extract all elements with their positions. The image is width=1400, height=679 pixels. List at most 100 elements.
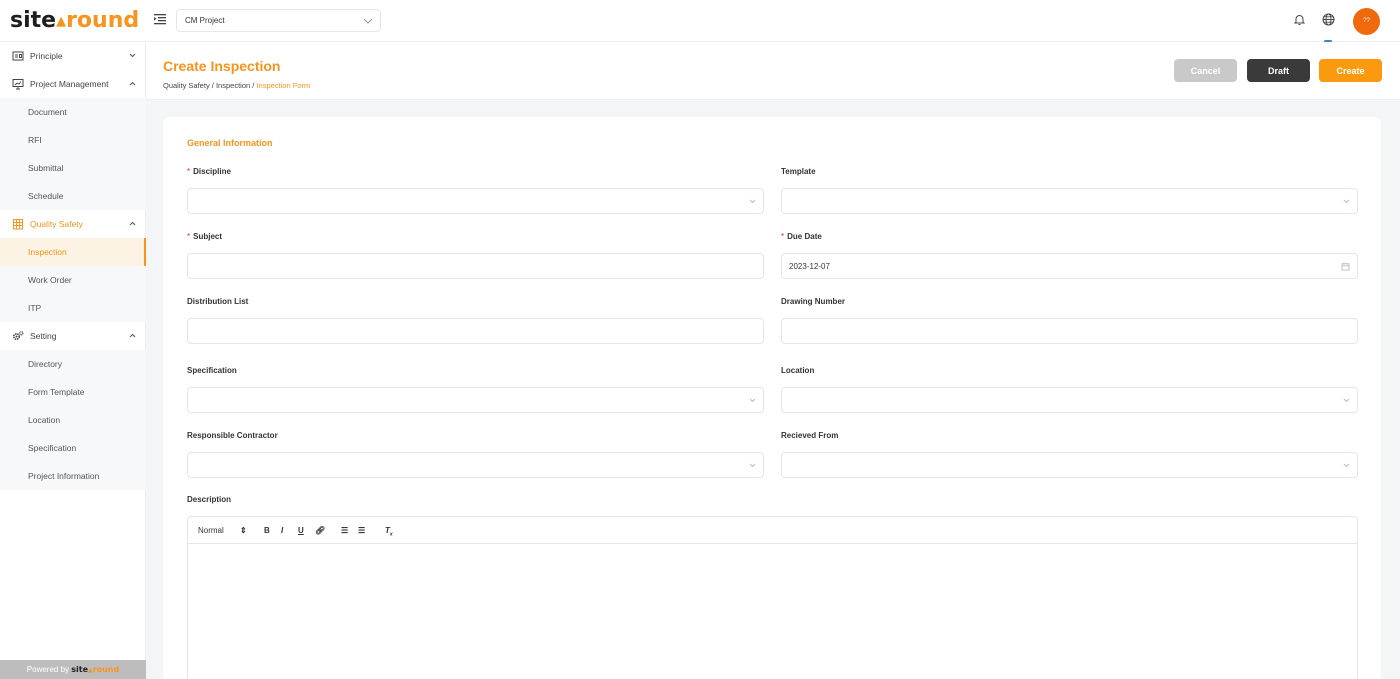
due-date-label-text: Due Date <box>787 232 822 241</box>
template-label: Template <box>781 167 816 176</box>
sidebar-label: ITP <box>28 303 42 313</box>
distribution-list-label: Distribution List <box>187 297 249 306</box>
subject-input[interactable] <box>187 253 764 279</box>
calendar-icon <box>1341 262 1350 271</box>
chevron-up-icon <box>129 81 136 86</box>
powered-by-text: Powered by <box>26 665 70 674</box>
chevron-down-icon <box>363 18 373 24</box>
sidebar-label-project-management: Project Management <box>30 79 109 89</box>
sidebar-item-submittal[interactable]: Submittal <box>0 154 146 182</box>
link-icon[interactable]: 🔗︎ <box>315 526 325 535</box>
discipline-select[interactable] <box>187 188 764 214</box>
sidebar-item-quality-safety[interactable]: Quality Safety <box>0 210 146 238</box>
sidebar-label: Submittal <box>28 163 64 173</box>
sidebar-item-setting[interactable]: Setting <box>0 322 146 350</box>
logo-text-round: round <box>66 8 140 33</box>
sidebar: Principle Project Management Document RF… <box>0 42 146 679</box>
breadcrumb: Quality Safety / Inspection / Inspection… <box>163 81 311 90</box>
sidebar-item-directory[interactable]: Directory <box>0 350 146 378</box>
sidebar-label-principle: Principle <box>30 51 63 61</box>
sidebar-label: Schedule <box>28 191 64 201</box>
bell-icon[interactable] <box>1293 13 1306 26</box>
drawing-number-input[interactable] <box>781 318 1358 344</box>
breadcrumb-inspection-form: Inspection Form <box>256 81 311 90</box>
bullet-list-icon[interactable]: ☰ <box>358 526 365 535</box>
description-editor[interactable]: Normal ⇕ B I U 🔗︎ ☰ ☰ Tx <box>187 516 1358 679</box>
user-avatar[interactable]: ?? <box>1353 8 1380 35</box>
sidebar-label: Document <box>28 107 67 117</box>
sidebar-label: RFI <box>28 135 42 145</box>
sidebar-label: Work Order <box>28 275 72 285</box>
sidebar-item-form-template[interactable]: Form Template <box>0 378 146 406</box>
sitearound-logo[interactable]: site▲round <box>10 7 139 36</box>
logo-caret-icon: ▲ <box>56 14 67 29</box>
sidebar-item-itp[interactable]: ITP <box>0 294 146 322</box>
chevron-down-icon <box>749 463 756 468</box>
sidebar-item-location[interactable]: Location <box>0 406 146 434</box>
specification-label: Specification <box>187 366 237 375</box>
create-button[interactable]: Create <box>1319 59 1382 82</box>
sidebar-item-schedule[interactable]: Schedule <box>0 182 146 210</box>
sidebar-label: Location <box>28 415 61 425</box>
drawing-number-label: Drawing Number <box>781 297 846 306</box>
responsible-contractor-label: Responsible Contractor <box>187 431 278 440</box>
required-marker: * <box>187 232 191 241</box>
required-marker: * <box>187 167 191 176</box>
top-bar: site▲round CM Project ?? <box>0 0 1400 43</box>
powered-by-footer: Powered by site▲round <box>0 660 146 679</box>
chevron-up-icon <box>129 333 136 338</box>
sidebar-item-principle[interactable]: Principle <box>0 42 146 70</box>
sidebar-item-document[interactable]: Document <box>0 98 146 126</box>
sidebar-label: Form Template <box>28 387 85 397</box>
id-card-icon <box>12 51 24 61</box>
sidebar-item-work-order[interactable]: Work Order <box>0 266 146 294</box>
menu-toggle-icon[interactable] <box>154 13 166 25</box>
italic-icon[interactable]: I <box>281 526 283 535</box>
description-label: Description <box>187 495 232 504</box>
powered-by-logo: site▲round <box>71 665 119 674</box>
presentation-icon <box>12 79 24 90</box>
due-date-picker[interactable]: 2023-12-07 <box>781 253 1358 279</box>
sidebar-item-project-management[interactable]: Project Management <box>0 70 146 98</box>
sidebar-item-rfi[interactable]: RFI <box>0 126 146 154</box>
logo-text-site: site <box>10 8 57 33</box>
sidebar-label-setting: Setting <box>30 331 57 341</box>
building-icon <box>13 219 23 230</box>
ordered-list-icon[interactable]: ☰ <box>341 526 348 535</box>
breadcrumb-quality-safety[interactable]: Quality Safety <box>163 81 210 90</box>
chevron-down-icon <box>1343 398 1350 403</box>
section-title-general-information: General Information <box>187 138 273 148</box>
draft-button[interactable]: Draft <box>1247 59 1310 82</box>
gears-icon <box>12 331 24 341</box>
chevron-down-icon <box>1343 199 1350 204</box>
chevron-down-icon <box>749 199 756 204</box>
page-header: Create Inspection Quality Safety / Inspe… <box>146 42 1400 100</box>
sidebar-item-specification[interactable]: Specification <box>0 434 146 462</box>
sidebar-item-inspection[interactable]: Inspection <box>0 238 146 266</box>
received-from-select[interactable] <box>781 452 1358 478</box>
underline-icon[interactable]: U <box>298 526 304 535</box>
bold-icon[interactable]: B <box>264 526 270 535</box>
location-select[interactable] <box>781 387 1358 413</box>
specification-select[interactable] <box>187 387 764 413</box>
globe-icon[interactable] <box>1322 13 1335 26</box>
sidebar-label: Inspection <box>28 247 67 257</box>
chevron-down-icon <box>1343 463 1350 468</box>
chevron-up-icon <box>129 221 136 226</box>
sidebar-item-project-information[interactable]: Project Information <box>0 462 146 490</box>
clear-format-icon[interactable]: Tx <box>385 526 393 538</box>
breadcrumb-inspection[interactable]: Inspection <box>216 81 250 90</box>
subject-label: * Subject <box>187 232 222 241</box>
distribution-list-input[interactable] <box>187 318 764 344</box>
template-select[interactable] <box>781 188 1358 214</box>
cancel-button[interactable]: Cancel <box>1174 59 1237 82</box>
project-select-value: CM Project <box>185 16 225 25</box>
sidebar-label: Specification <box>28 443 77 453</box>
project-select[interactable]: CM Project <box>176 9 381 32</box>
responsible-contractor-select[interactable] <box>187 452 764 478</box>
discipline-label-text: Discipline <box>193 167 231 176</box>
due-date-value: 2023-12-07 <box>789 262 830 271</box>
location-label: Location <box>781 366 815 375</box>
text-style-select[interactable]: Normal <box>198 526 224 535</box>
sort-arrows-icon[interactable]: ⇕ <box>240 526 247 535</box>
